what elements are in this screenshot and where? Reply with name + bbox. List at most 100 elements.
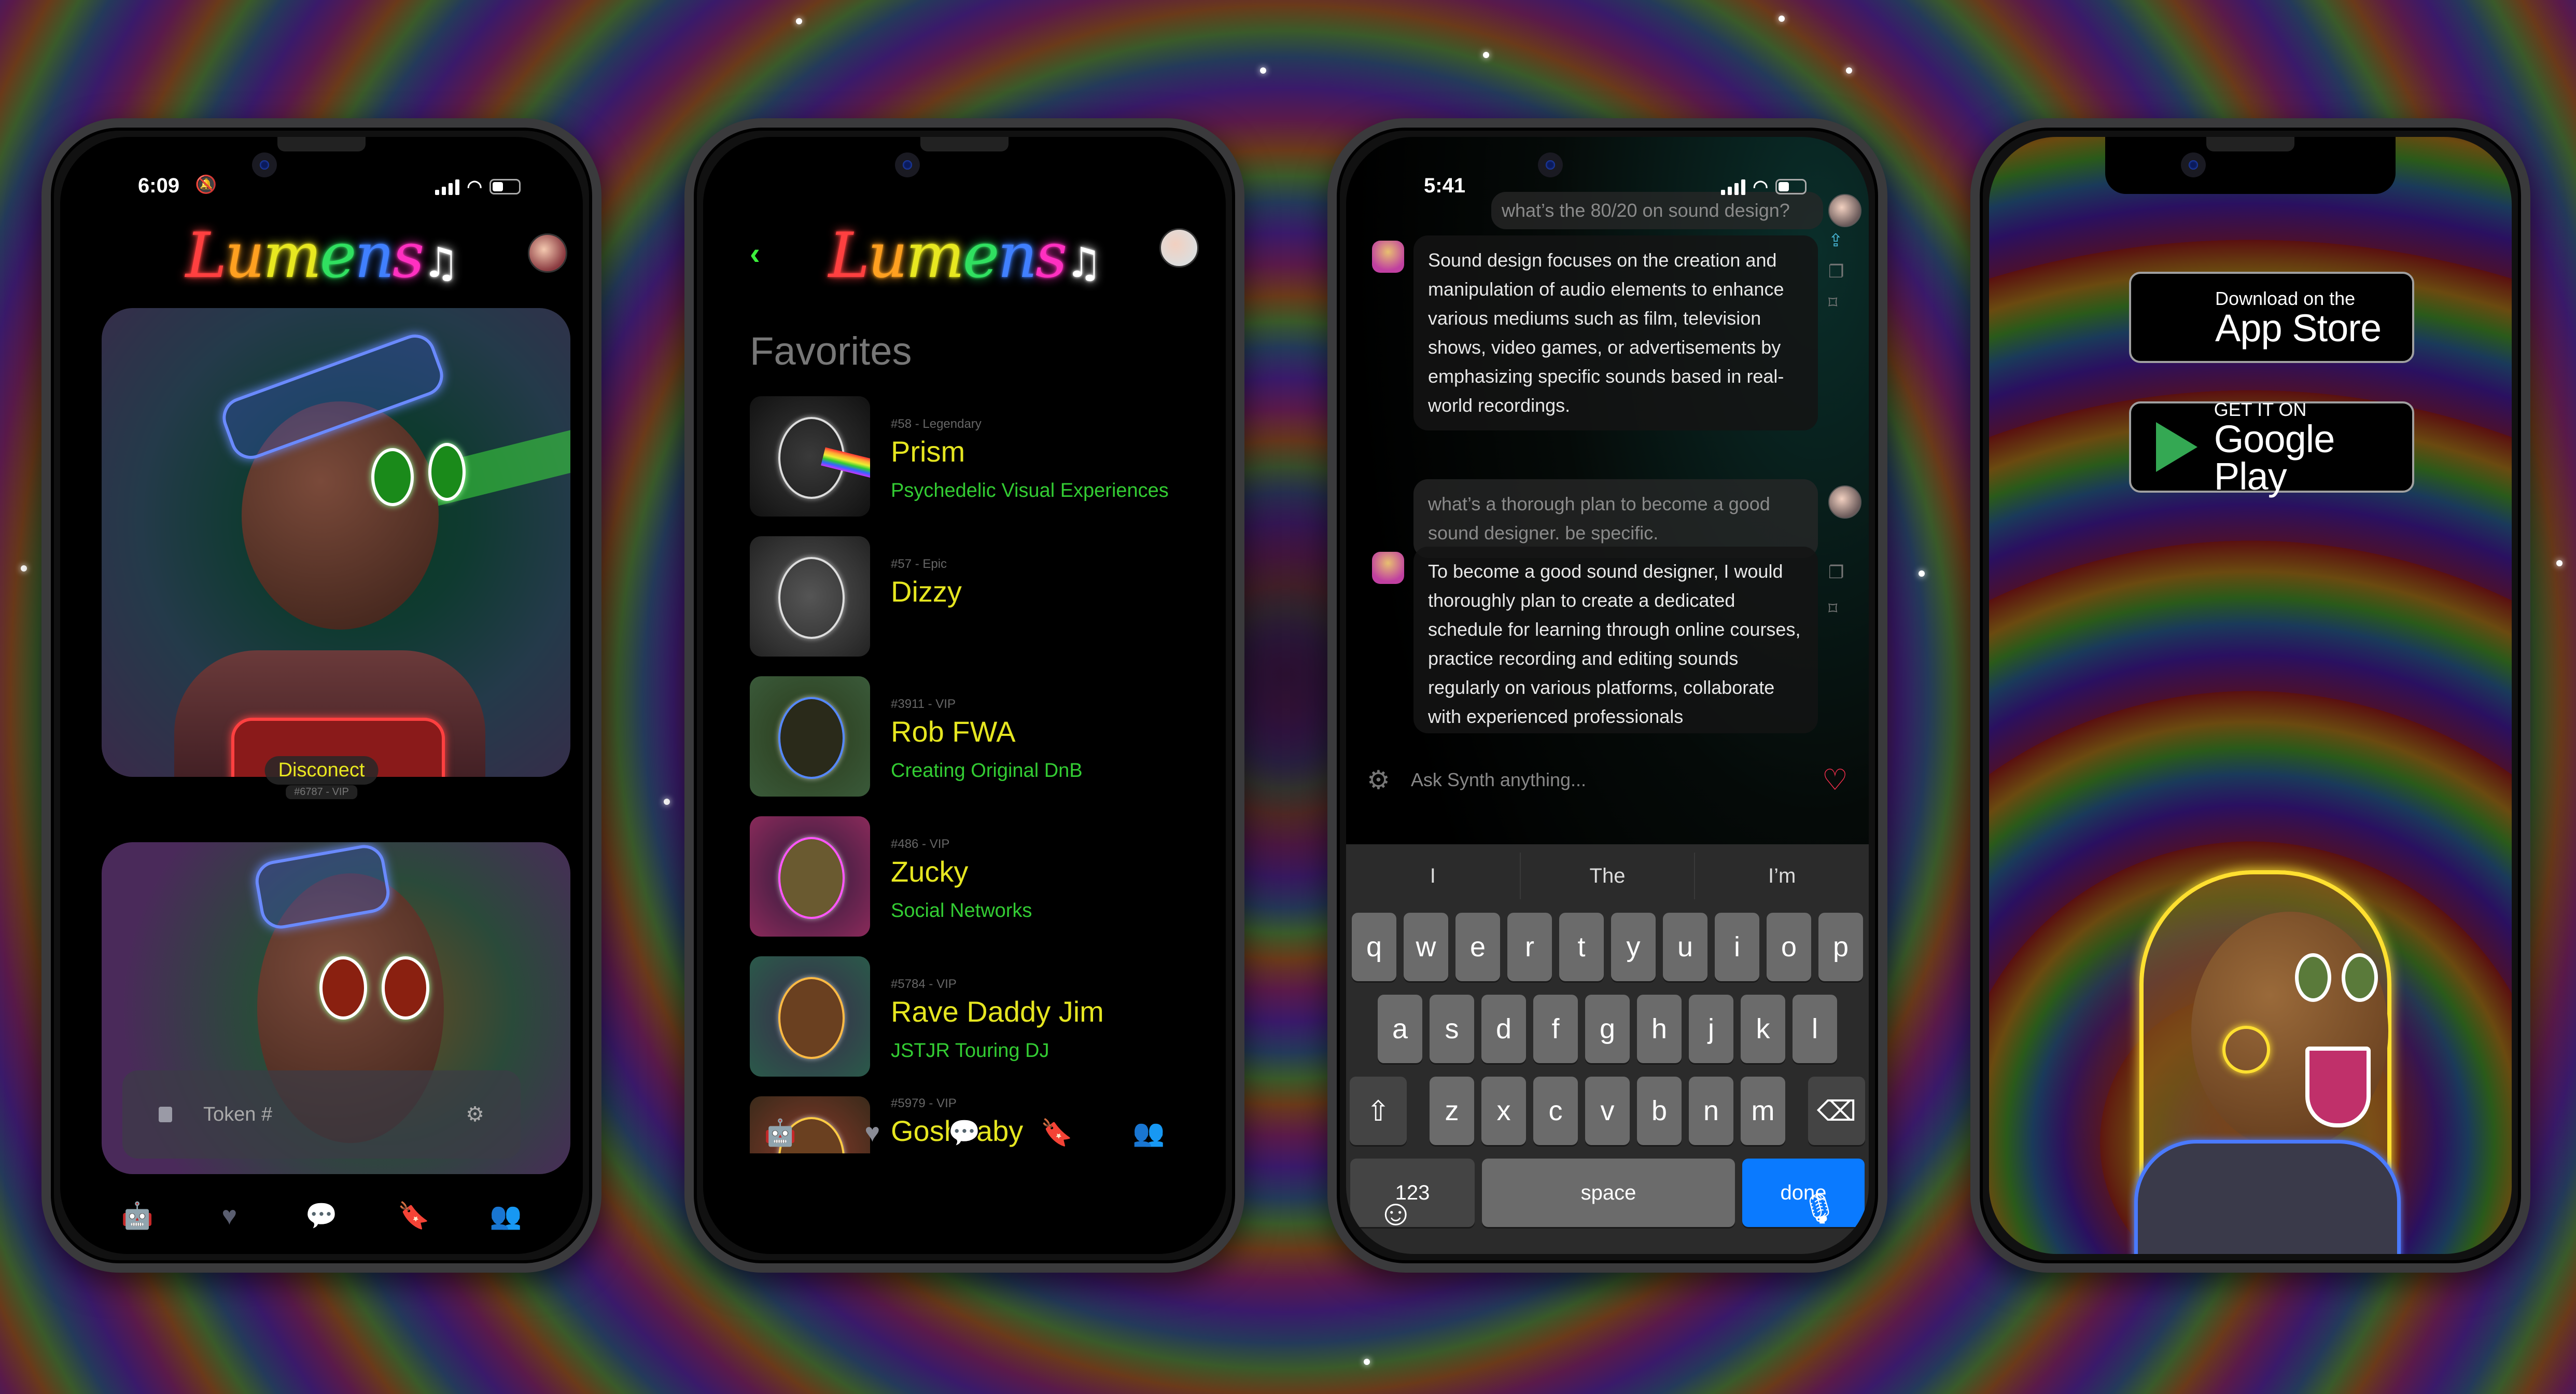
list-item[interactable]: #57 - Epic Dizzy xyxy=(750,536,1205,676)
copy-icon[interactable]: ❐ xyxy=(1828,261,1844,282)
bookmark-icon[interactable]: ⌑ xyxy=(1828,598,1837,619)
music-note-icon: ♫ xyxy=(1065,239,1102,287)
copy-icon[interactable]: ❐ xyxy=(1828,562,1844,583)
character-eye xyxy=(371,448,414,506)
bookmark-icon: 🔖 xyxy=(1040,1118,1073,1147)
key-k[interactable]: k xyxy=(1741,995,1785,1063)
key-n[interactable]: n xyxy=(1689,1077,1733,1145)
back-button[interactable]: ‹ xyxy=(750,235,760,271)
download-screen: Download on the App Store GET IT ON Google… xyxy=(1989,137,2512,1254)
list-item[interactable]: #5784 - VIP Rave Daddy Jim JSTJR Touring D… xyxy=(750,956,1205,1096)
key-l[interactable]: l xyxy=(1793,995,1837,1063)
key-t[interactable]: t xyxy=(1559,913,1604,981)
suggestion[interactable]: The xyxy=(1521,853,1696,899)
chat-input[interactable]: Ask Synth anything... xyxy=(1411,769,1586,791)
robot-icon: 🤖 xyxy=(121,1201,153,1230)
character-eye xyxy=(428,443,466,501)
microphone-icon[interactable]: 🎙 xyxy=(1801,1192,1838,1233)
keyboard: I The I’m qwertyuiop asdfghjkl ⇧ zxcvbnm… xyxy=(1346,844,1869,1254)
profile-avatar[interactable] xyxy=(528,233,567,273)
tab-robot[interactable]: 🤖 xyxy=(121,1200,153,1231)
tab-favorites[interactable]: ♥ xyxy=(857,1117,888,1148)
nft-thumbnail xyxy=(750,536,870,657)
key-g[interactable]: g xyxy=(1585,995,1630,1063)
google-play-icon xyxy=(2154,422,2200,472)
bell-slash-icon: 🔕 xyxy=(195,175,217,194)
keyboard-row-1: qwertyuiop xyxy=(1346,913,1869,981)
keyboard-row-3: ⇧ zxcvbnm ⌫ xyxy=(1346,1077,1869,1145)
backspace-key[interactable]: ⌫ xyxy=(1808,1077,1865,1145)
battery-icon xyxy=(489,179,521,194)
key-z[interactable]: z xyxy=(1430,1077,1474,1145)
settings-sparkle-icon[interactable]: ⚙ xyxy=(1367,765,1390,795)
music-note-icon: ♫ xyxy=(422,239,459,287)
status-time: 6:09 xyxy=(138,174,180,197)
lumens-logo: Lumens♫ xyxy=(185,220,459,292)
key-x[interactable]: x xyxy=(1481,1077,1526,1145)
front-camera xyxy=(2181,152,2206,177)
bookmark-icon[interactable]: ⌑ xyxy=(1828,292,1837,313)
suggestion[interactable]: I xyxy=(1346,853,1521,899)
token-search-input[interactable]: Token # xyxy=(203,1104,272,1126)
front-camera xyxy=(895,152,920,177)
google-play-button[interactable]: GET IT ON Google Play xyxy=(2129,399,2414,496)
suggestion[interactable]: I’m xyxy=(1695,853,1869,899)
key-e[interactable]: e xyxy=(1455,913,1500,981)
heart-icon[interactable]: ♡ xyxy=(1822,763,1848,797)
key-o[interactable]: o xyxy=(1767,913,1811,981)
key-q[interactable]: q xyxy=(1352,913,1396,981)
tab-community[interactable]: 👥 xyxy=(1132,1117,1165,1148)
wifi-icon: ◠ xyxy=(467,177,482,197)
chat-icon: 💬 xyxy=(948,1118,981,1147)
token-id-label: #6787 - VIP xyxy=(286,785,357,799)
keyboard-row-2: asdfghjkl xyxy=(1346,995,1869,1063)
app-store-button[interactable]: Download on the App Store xyxy=(2129,272,2414,363)
filter-sliders-icon[interactable]: ⚙ xyxy=(466,1103,484,1126)
key-d[interactable]: d xyxy=(1481,995,1526,1063)
key-j[interactable]: j xyxy=(1689,995,1733,1063)
token-search[interactable]: Token # ⚙ xyxy=(122,1070,521,1159)
profile-avatar[interactable] xyxy=(1159,228,1199,268)
key-y[interactable]: y xyxy=(1611,913,1656,981)
list-item[interactable]: #58 - Legendary Prism Psychedelic Visual E… xyxy=(750,396,1205,536)
key-u[interactable]: u xyxy=(1663,913,1707,981)
phone-favorites: ‹ Lumens♫ Favorites #58 - Legendary Prism… xyxy=(684,118,1244,1273)
key-s[interactable]: s xyxy=(1430,995,1474,1063)
emoji-icon[interactable]: ☺ xyxy=(1377,1192,1414,1233)
chat-screen: 5:41 ◠ what’s the 80/20 on sound design?… xyxy=(1346,137,1869,1254)
key-w[interactable]: w xyxy=(1404,913,1448,981)
share-icon[interactable]: ⇪ xyxy=(1828,230,1843,251)
nft-thumbnail xyxy=(750,816,870,937)
key-a[interactable]: a xyxy=(1378,995,1422,1063)
key-h[interactable]: h xyxy=(1637,995,1682,1063)
tab-robot[interactable]: 🤖 xyxy=(764,1117,796,1148)
tab-chat[interactable]: 💬 xyxy=(305,1200,338,1231)
tab-bookmarks[interactable]: 🔖 xyxy=(397,1200,429,1231)
tab-community[interactable]: 👥 xyxy=(489,1200,522,1231)
character-top xyxy=(2134,1140,2401,1254)
battery-icon xyxy=(1775,179,1807,194)
tab-favorites[interactable]: ♥ xyxy=(214,1200,245,1231)
tab-bookmarks[interactable]: 🔖 xyxy=(1040,1117,1073,1148)
key-p[interactable]: p xyxy=(1818,913,1863,981)
shift-key[interactable]: ⇧ xyxy=(1350,1077,1407,1145)
nft-thumbnail xyxy=(750,956,870,1077)
key-b[interactable]: b xyxy=(1637,1077,1682,1145)
tab-chat[interactable]: 💬 xyxy=(948,1117,981,1148)
bot-avatar xyxy=(1372,552,1404,584)
list-item[interactable]: #3911 - VIP Rob FWA Creating Original DnB xyxy=(750,676,1205,816)
nft-card-main[interactable] xyxy=(102,308,570,777)
key-c[interactable]: c xyxy=(1533,1077,1578,1145)
key-m[interactable]: m xyxy=(1741,1077,1785,1145)
community-icon: 👥 xyxy=(1132,1118,1165,1147)
list-item[interactable]: #486 - VIP Zucky Social Networks xyxy=(750,816,1205,956)
key-v[interactable]: v xyxy=(1585,1077,1630,1145)
signal-icon xyxy=(435,178,460,195)
status-bar: 5:41 ◠ xyxy=(1346,174,1869,205)
key-i[interactable]: i xyxy=(1715,913,1759,981)
key-f[interactable]: f xyxy=(1533,995,1578,1063)
character-eye xyxy=(2295,953,2331,1002)
disconnect-button[interactable]: Disconect xyxy=(264,756,379,785)
checkbox-icon[interactable] xyxy=(159,1107,172,1122)
key-r[interactable]: r xyxy=(1507,913,1552,981)
